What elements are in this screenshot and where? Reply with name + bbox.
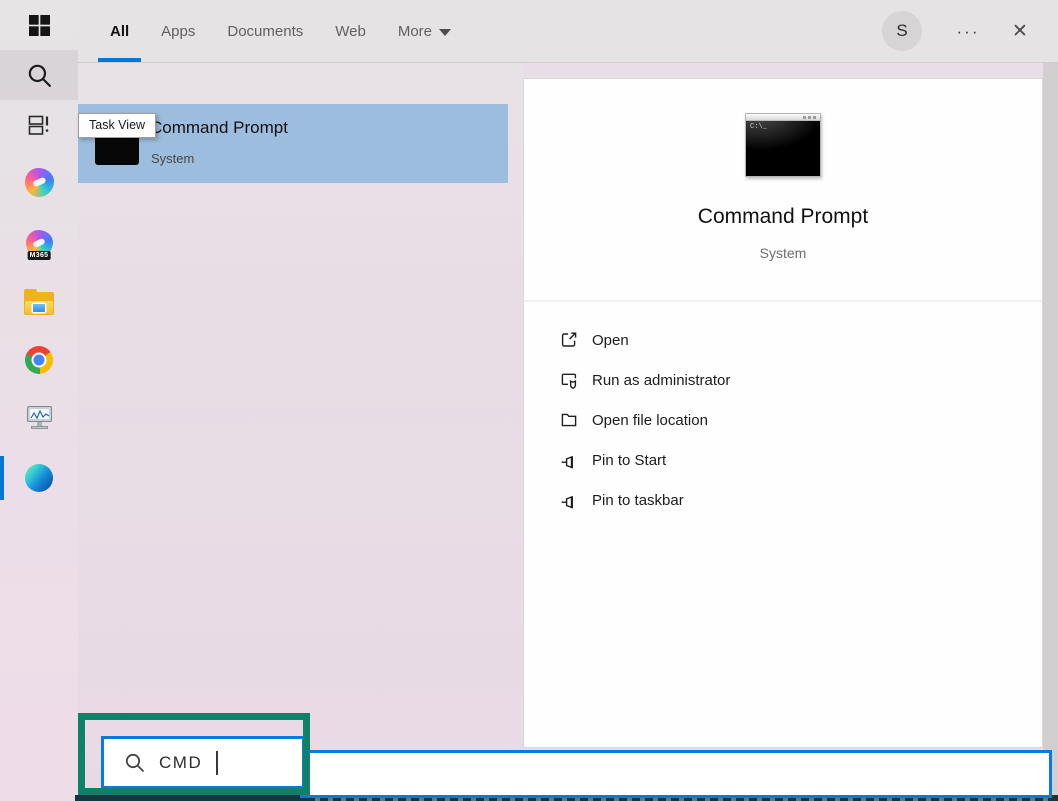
taskbar: M365 xyxy=(0,0,78,801)
cmd-prompt-text: C:\_ xyxy=(750,123,767,131)
action-open-file-location[interactable]: Open file location xyxy=(559,406,708,434)
copilot-icon xyxy=(25,168,54,197)
preview-subtitle: System xyxy=(524,245,1042,261)
taskbar-search-button[interactable] xyxy=(0,50,78,100)
m365-badge: M365 xyxy=(28,251,51,260)
tab-documents[interactable]: Documents xyxy=(213,0,317,63)
divider xyxy=(524,300,1042,302)
action-run-as-administrator[interactable]: Run as administrator xyxy=(559,366,730,394)
result-title: Command Prompt xyxy=(150,118,288,138)
copilot-button[interactable] xyxy=(0,157,78,207)
edge-button[interactable] xyxy=(0,453,78,503)
ellipsis-icon: ··· xyxy=(957,22,980,42)
action-pin-to-taskbar[interactable]: Pin to taskbar xyxy=(559,486,684,514)
tab-apps[interactable]: Apps xyxy=(147,0,209,63)
search-bar-extension[interactable] xyxy=(300,750,1052,798)
file-explorer-button[interactable] xyxy=(0,278,78,328)
annotation-highlight-box xyxy=(78,713,310,795)
search-filter-tabs: All Apps Documents Web More xyxy=(96,0,465,63)
task-view-tooltip: Task View xyxy=(78,113,156,138)
user-avatar[interactable]: S xyxy=(882,11,922,51)
action-open[interactable]: Open xyxy=(559,326,629,354)
system-monitor-icon xyxy=(24,406,54,432)
search-icon xyxy=(26,62,53,89)
m365-copilot-button[interactable]: M365 xyxy=(0,218,78,268)
open-icon xyxy=(559,330,579,350)
start-button[interactable] xyxy=(0,0,78,50)
preview-panel: C:\_ Command Prompt System Open Run as a… xyxy=(523,78,1043,748)
right-margin-strip xyxy=(1043,63,1058,795)
active-app-indicator xyxy=(0,456,4,500)
m365-copilot-icon: M365 xyxy=(26,230,53,257)
edge-icon xyxy=(25,464,53,492)
file-explorer-icon xyxy=(24,292,54,315)
windows-logo-icon xyxy=(29,15,50,36)
task-view-button[interactable] xyxy=(0,100,78,150)
tab-more[interactable]: More xyxy=(384,0,465,63)
close-button[interactable]: ✕ xyxy=(1000,0,1040,63)
system-monitor-button[interactable] xyxy=(0,394,78,444)
more-options-button[interactable]: ··· xyxy=(946,0,990,63)
action-pin-to-start[interactable]: Pin to Start xyxy=(559,446,666,474)
folder-icon xyxy=(559,410,579,430)
pin-icon xyxy=(559,450,579,470)
search-flyout-header: All Apps Documents Web More S ··· ✕ xyxy=(78,0,1058,63)
tab-all[interactable]: All xyxy=(96,0,143,63)
close-icon: ✕ xyxy=(1012,20,1028,43)
preview-title: Command Prompt xyxy=(524,205,1042,229)
admin-shield-icon xyxy=(559,370,579,390)
command-prompt-icon-large: C:\_ xyxy=(745,113,821,177)
chevron-down-icon xyxy=(439,29,451,36)
tab-web[interactable]: Web xyxy=(321,0,380,63)
result-subtitle: System xyxy=(151,151,194,166)
pin-icon xyxy=(559,490,579,510)
task-view-icon xyxy=(27,113,51,137)
chrome-icon xyxy=(25,346,53,374)
chrome-button[interactable] xyxy=(0,335,78,385)
